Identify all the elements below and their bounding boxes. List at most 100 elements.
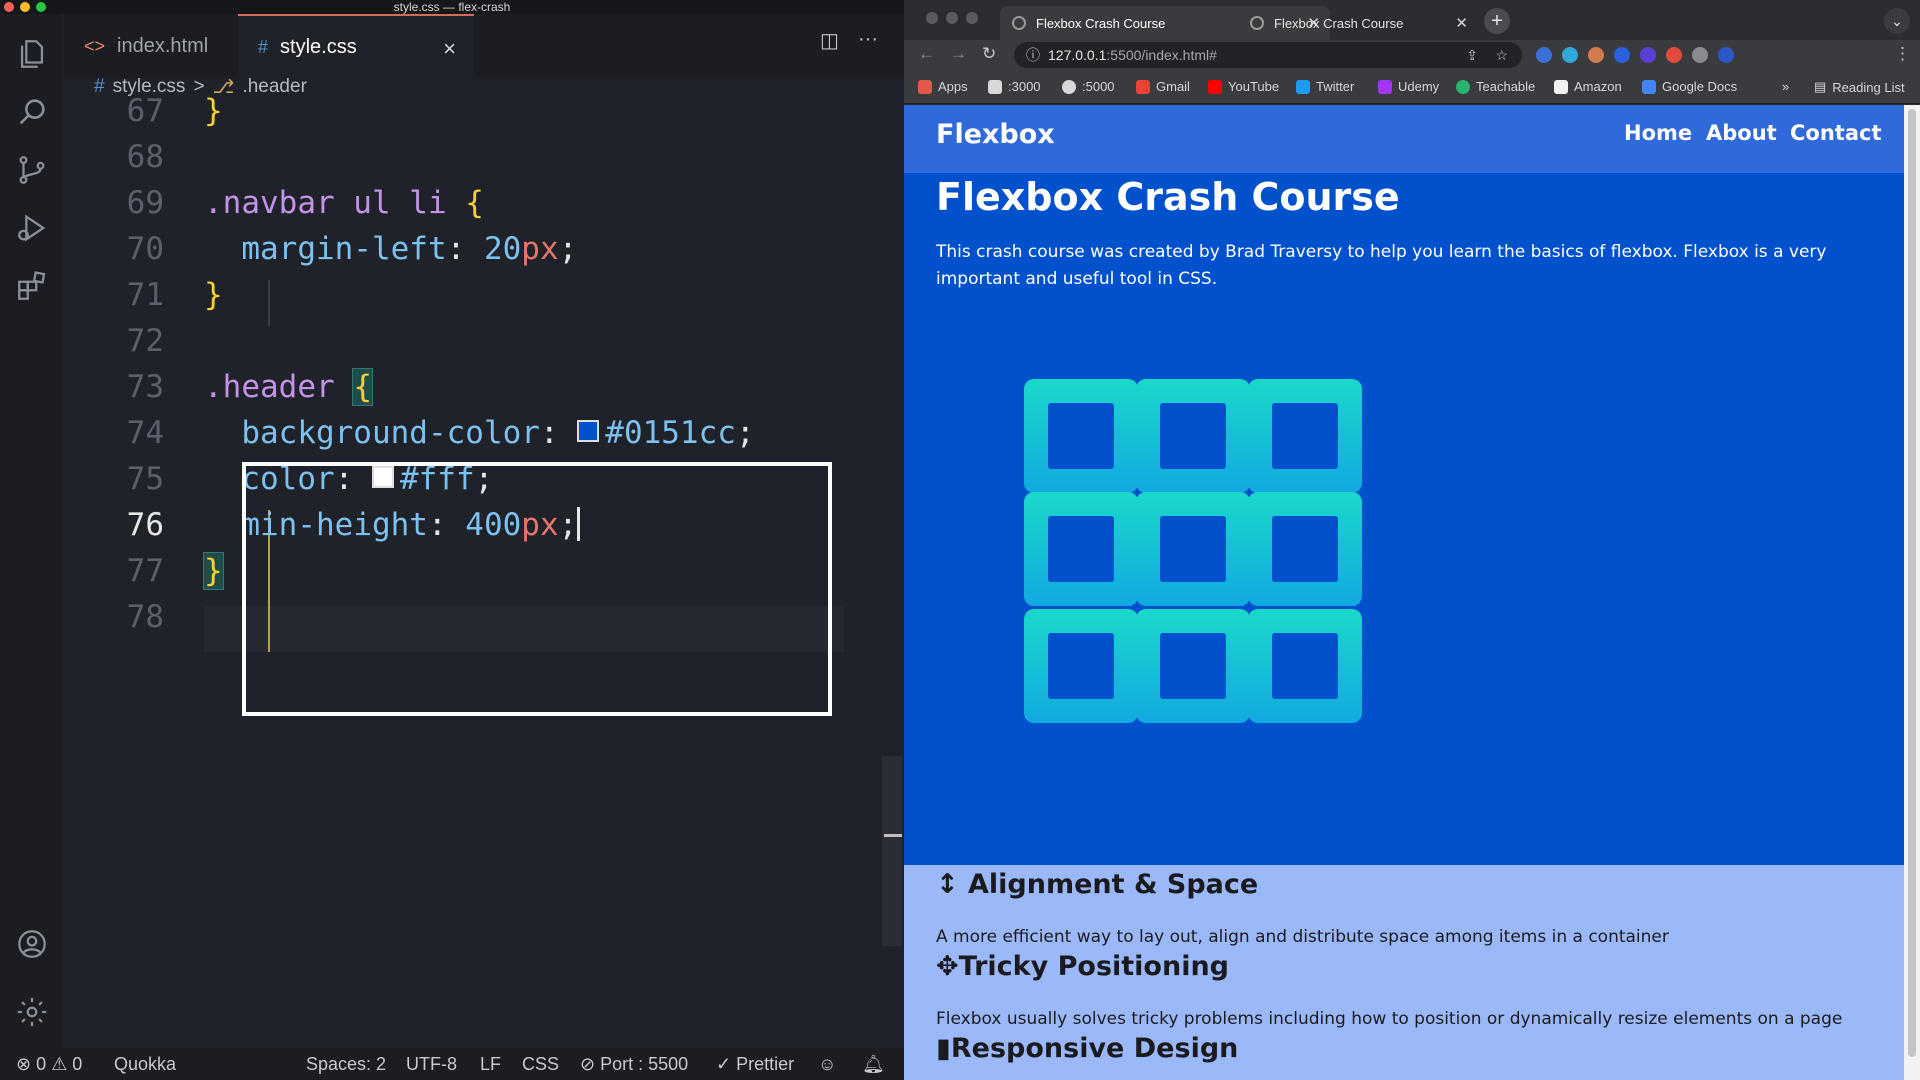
minimize-window-icon[interactable] bbox=[946, 12, 958, 24]
tab-style-css[interactable]: # style.css × bbox=[238, 14, 474, 78]
extension-icon[interactable] bbox=[1536, 47, 1552, 63]
bookmark-5000[interactable]: :5000 bbox=[1062, 79, 1115, 94]
back-arrow-icon[interactable]: ← bbox=[918, 44, 935, 64]
code-text: } bbox=[204, 88, 223, 134]
grid-cell-hole bbox=[1160, 516, 1226, 582]
site-info-icon[interactable]: ⓘ bbox=[1026, 42, 1040, 68]
editor-scrollbar[interactable] bbox=[882, 756, 902, 946]
line-number: 71 bbox=[126, 277, 164, 313]
reload-icon[interactable]: ↻ bbox=[982, 44, 996, 64]
twitter-icon bbox=[1296, 79, 1310, 94]
code-editor[interactable]: 67} 68 69 .navbar ul li {70 margin-left: 20… bbox=[64, 93, 904, 1048]
bookmark-star-icon[interactable]: ☆ bbox=[1495, 42, 1508, 68]
nav-link-about[interactable]: About bbox=[1706, 121, 1777, 145]
bookmark-google-docs[interactable]: Google Docs bbox=[1642, 79, 1737, 94]
close-window-icon[interactable] bbox=[926, 12, 938, 24]
feedback-icon[interactable]: ☺ bbox=[818, 1048, 836, 1080]
bookmarks-bar: Apps :3000 :5000 Gmail YouTube Twitter U… bbox=[904, 70, 1920, 104]
tab-search-chevron-icon[interactable]: ⌄ bbox=[1884, 8, 1910, 34]
extensions-puzzle-icon[interactable] bbox=[1692, 47, 1708, 63]
vscode-window: style.css — flex-crash <> index.html # s… bbox=[0, 0, 904, 1080]
html-file-icon: <> bbox=[84, 35, 106, 56]
nav-link-contact[interactable]: Contact bbox=[1790, 121, 1882, 145]
encoding-status[interactable]: UTF-8 bbox=[406, 1048, 457, 1080]
explorer-icon[interactable] bbox=[8, 30, 56, 78]
error-count: 0 bbox=[36, 1054, 47, 1074]
scrollbar-thumb[interactable] bbox=[1908, 109, 1916, 1057]
source-control-icon[interactable] bbox=[8, 146, 56, 194]
menu-icon[interactable]: ⋮ bbox=[1894, 44, 1911, 64]
code-line: 71} bbox=[64, 272, 904, 318]
quokka-status[interactable]: Quokka bbox=[114, 1048, 176, 1080]
grid-cell-hole bbox=[1272, 516, 1338, 582]
browser-tab-title: Flexbox Crash Course bbox=[1274, 15, 1404, 31]
line-number: 67 bbox=[126, 93, 164, 129]
page-scrollbar[interactable] bbox=[1904, 105, 1920, 1080]
search-icon[interactable] bbox=[8, 88, 56, 136]
tab-index-html[interactable]: <> index.html bbox=[64, 14, 234, 78]
code-token: } bbox=[203, 552, 224, 590]
line-number: 76 bbox=[126, 507, 164, 543]
bookmark-gmail[interactable]: Gmail bbox=[1136, 79, 1190, 94]
share-icon[interactable]: ⇪ bbox=[1466, 42, 1478, 68]
grid-cell-hole bbox=[1272, 633, 1338, 699]
run-debug-icon[interactable] bbox=[8, 204, 56, 252]
profile-avatar-icon[interactable] bbox=[1718, 47, 1734, 63]
extension-icon[interactable] bbox=[1588, 47, 1604, 63]
extension-icon[interactable] bbox=[1614, 47, 1630, 63]
bookmark-teachable[interactable]: Teachable bbox=[1456, 79, 1535, 94]
line-number: 74 bbox=[126, 415, 164, 451]
code-text: background-color: #0151cc; bbox=[204, 410, 755, 456]
reading-list[interactable]: ▤ Reading List bbox=[1814, 79, 1905, 95]
grid-cell-icon bbox=[1024, 609, 1138, 723]
settings-gear-icon[interactable] bbox=[8, 988, 56, 1036]
vscode-titlebar: style.css — flex-crash bbox=[0, 0, 904, 14]
site-logo[interactable]: Flexbox bbox=[936, 119, 1055, 150]
notifications-bell-icon[interactable]: 🔔︎ bbox=[862, 1048, 885, 1080]
new-tab-button[interactable]: + bbox=[1484, 8, 1510, 34]
language-mode-status[interactable]: CSS bbox=[522, 1048, 559, 1080]
code-line: 70 margin-left: 20px; bbox=[64, 226, 904, 272]
grid-cell-icon bbox=[1248, 492, 1362, 606]
bookmark-apps[interactable]: Apps bbox=[918, 79, 968, 94]
grid-cell-hole bbox=[1160, 403, 1226, 469]
code-text: .navbar ul li { bbox=[204, 180, 484, 226]
google-docs-icon bbox=[1642, 79, 1656, 94]
more-actions-icon[interactable]: ··· bbox=[858, 28, 878, 51]
browser-tab[interactable]: Flexbox Crash Course ✕ bbox=[1238, 6, 1478, 40]
address-bar[interactable]: ⓘ 127.0.0.1:5500/index.html# ⇪ ☆ bbox=[1014, 42, 1522, 68]
close-tab-icon[interactable]: ✕ bbox=[1455, 14, 1468, 32]
bookmark-icon bbox=[1062, 79, 1076, 94]
bookmark-amazon[interactable]: Amazon bbox=[1554, 79, 1622, 94]
line-number: 77 bbox=[126, 553, 164, 589]
problems-indicator[interactable]: ⊗ 0 ⚠ 0 bbox=[16, 1048, 82, 1080]
bookmarks-overflow-icon[interactable]: » bbox=[1782, 79, 1789, 94]
code-token: ; bbox=[735, 415, 755, 451]
extension-icon[interactable] bbox=[1666, 47, 1682, 63]
web-page: Flexbox Home About Contact Flexbox Crash… bbox=[904, 105, 1904, 1080]
feature-text: Flexbox usually solves tricky problems i… bbox=[936, 1009, 1843, 1029]
warning-count: 0 bbox=[72, 1054, 83, 1074]
close-tab-icon[interactable]: × bbox=[443, 36, 456, 62]
extension-icon[interactable] bbox=[1640, 47, 1656, 63]
extensions-icon[interactable] bbox=[8, 262, 56, 310]
prettier-status[interactable]: ✓ Prettier bbox=[716, 1048, 794, 1080]
bookmark-twitter[interactable]: Twitter bbox=[1296, 79, 1354, 94]
code-line: 72 bbox=[64, 318, 904, 364]
account-icon[interactable] bbox=[8, 920, 56, 968]
annotation-box bbox=[242, 462, 832, 716]
maximize-window-icon[interactable] bbox=[966, 12, 978, 24]
bookmark-3000[interactable]: :3000 bbox=[988, 79, 1041, 94]
split-editor-icon[interactable]: ◫ bbox=[820, 28, 839, 53]
forward-arrow-icon[interactable]: → bbox=[950, 44, 967, 64]
react-devtools-icon[interactable] bbox=[1562, 47, 1578, 63]
color-swatch-icon[interactable] bbox=[577, 419, 600, 442]
nav-link-home[interactable]: Home bbox=[1624, 121, 1692, 145]
live-server-status[interactable]: ⊘ Port : 5500 bbox=[580, 1048, 688, 1080]
eol-status[interactable]: LF bbox=[480, 1048, 501, 1080]
bookmark-udemy[interactable]: Udemy bbox=[1378, 79, 1439, 94]
indentation-status[interactable]: Spaces: 2 bbox=[306, 1048, 386, 1080]
bookmark-youtube[interactable]: YouTube bbox=[1208, 79, 1279, 94]
code-token: #0151cc bbox=[605, 415, 736, 451]
broadcast-icon: ⊘ bbox=[580, 1054, 596, 1074]
